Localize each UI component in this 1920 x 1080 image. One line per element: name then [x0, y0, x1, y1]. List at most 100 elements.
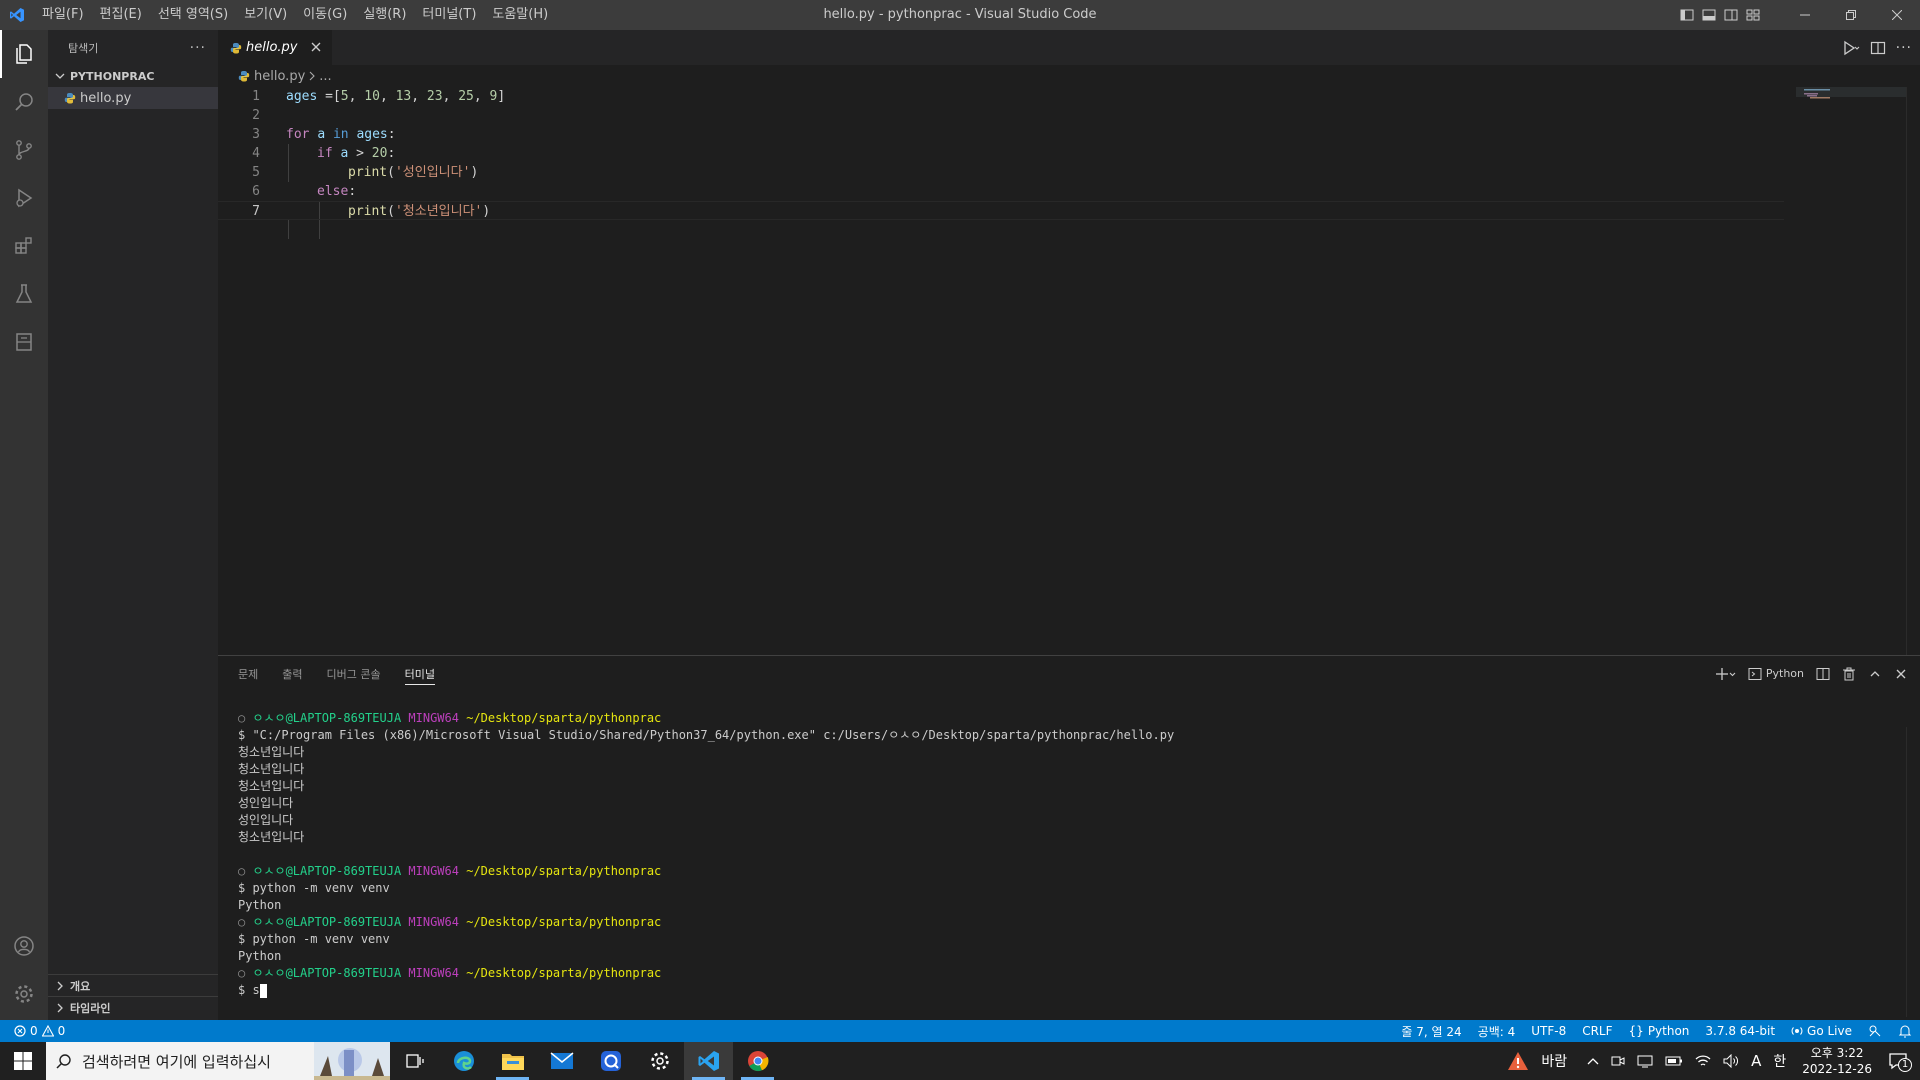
line-number: 5 [252, 165, 260, 180]
run-debug-icon[interactable] [0, 174, 48, 222]
tab-output[interactable]: 출력 [282, 656, 302, 691]
notifications-bell-icon[interactable] [1898, 1024, 1912, 1038]
token: , [473, 89, 490, 104]
search-icon[interactable] [0, 78, 48, 126]
trash-icon[interactable] [1842, 667, 1856, 681]
settings-app-icon[interactable] [635, 1042, 684, 1080]
volume-icon[interactable] [1723, 1054, 1739, 1068]
terminal-profile-selector[interactable]: Python [1748, 667, 1804, 681]
terminal-scrollbar[interactable] [1906, 727, 1920, 1017]
encoding[interactable]: UTF-8 [1531, 1024, 1566, 1038]
go-live-button[interactable]: Go Live [1791, 1024, 1852, 1038]
ime-language-label[interactable]: 한 [1773, 1051, 1786, 1071]
workspace-folder[interactable]: PYTHONPRAC [48, 65, 218, 87]
python-interpreter[interactable]: 3.7.8 64-bit [1705, 1024, 1775, 1038]
mail-icon[interactable] [537, 1042, 586, 1080]
breadcrumb-symbols[interactable]: ... [319, 69, 331, 84]
maximize-panel-icon[interactable] [1868, 667, 1882, 681]
toggle-secondary-sidebar-icon[interactable] [1720, 0, 1742, 30]
token: ages [286, 89, 318, 104]
taskbar-search-box[interactable]: 검색하려면 여기에 입력하십시 [46, 1042, 390, 1080]
more-actions-icon[interactable]: ··· [190, 40, 206, 56]
token: : [387, 146, 396, 161]
indent-guide [288, 220, 289, 239]
accounts-icon[interactable] [0, 922, 48, 970]
weather-icon[interactable] [1507, 1051, 1529, 1071]
meet-now-icon[interactable] [1611, 1054, 1625, 1068]
menu-run[interactable]: 실행(R) [355, 0, 414, 30]
tab-hello-py[interactable]: hello.py [218, 30, 332, 65]
prompt-path: ~/Desktop/sparta/pythonprac [466, 711, 662, 725]
clock-time: 오후 3:22 [1810, 1046, 1864, 1060]
close-tab-icon[interactable] [308, 39, 324, 59]
source-control-icon[interactable] [0, 126, 48, 174]
editor-more-actions-icon[interactable]: ··· [1896, 40, 1912, 56]
menu-help[interactable]: 도움말(H) [484, 0, 556, 30]
feedback-icon[interactable] [1868, 1024, 1882, 1038]
terminal-output-line: 청소년입니다 [238, 745, 305, 759]
explorer-icon[interactable] [0, 30, 48, 78]
menu-file[interactable]: 파일(F) [34, 0, 92, 30]
end-of-line[interactable]: CRLF [1582, 1024, 1612, 1038]
timeline-section[interactable]: 타임라인 [48, 996, 218, 1018]
editor-area: hello.py ··· hello.py ... 1 ages =[5, 10… [218, 30, 1920, 655]
vscode-taskbar-icon[interactable] [684, 1042, 733, 1080]
toggle-sidebar-icon[interactable] [1676, 0, 1698, 30]
prompt-path: ~/Desktop/sparta/pythonprac [466, 915, 662, 929]
close-window-icon[interactable] [1874, 0, 1920, 30]
settings-gear-icon[interactable] [0, 970, 48, 1018]
minimap[interactable] [1796, 87, 1906, 127]
battery-icon[interactable] [1665, 1055, 1683, 1067]
remote-explorer-icon[interactable] [0, 318, 48, 366]
menu-edit[interactable]: 편집(E) [92, 0, 150, 30]
menu-go[interactable]: 이동(G) [295, 0, 355, 30]
editor-scrollbar[interactable] [1906, 87, 1920, 655]
windows-start-icon[interactable] [0, 1042, 46, 1080]
tab-problems[interactable]: 문제 [238, 656, 258, 691]
show-hidden-icons-icon[interactable] [1587, 1056, 1599, 1066]
customize-layout-icon[interactable] [1742, 0, 1764, 30]
display-icon[interactable] [1637, 1054, 1653, 1068]
extensions-icon[interactable] [0, 222, 48, 270]
restore-icon[interactable] [1828, 0, 1874, 30]
file-item-hello-py[interactable]: hello.py [48, 87, 218, 109]
task-view-icon[interactable] [390, 1042, 439, 1080]
tab-terminal[interactable]: 터미널 [404, 656, 436, 691]
outline-section[interactable]: 개요 [48, 974, 218, 996]
terminal-input-line[interactable]: $ s [238, 982, 1900, 999]
prompt-user: ㅇㅅㅇ@LAPTOP-869TEUJA [252, 966, 402, 980]
language-mode[interactable]: {} Python [1629, 1024, 1690, 1038]
menu-terminal[interactable]: 터미널(T) [414, 0, 484, 30]
clock[interactable]: 오후 3:22 2022-12-26 [1802, 1045, 1872, 1077]
cursor-position[interactable]: 줄 7, 열 24 [1401, 1023, 1461, 1040]
close-panel-icon[interactable] [1894, 667, 1908, 681]
ime-mode-label[interactable]: A [1751, 1052, 1761, 1070]
braces-icon: {} [1628, 1024, 1644, 1038]
notifications-icon[interactable]: 1 [1888, 1052, 1912, 1072]
taskbar-search-placeholder: 검색하려면 여기에 입력하십시 [82, 1052, 271, 1071]
breadcrumb-file[interactable]: hello.py [254, 69, 305, 84]
editor-tabs: hello.py ··· [218, 30, 1920, 65]
code-editor[interactable]: 1 ages =[5, 10, 13, 23, 25, 9] 2 3 for a… [218, 87, 1920, 239]
wifi-icon[interactable] [1695, 1054, 1711, 1068]
problems-status[interactable]: 0 0 [0, 1024, 65, 1038]
chrome-icon[interactable] [733, 1042, 782, 1080]
run-python-file-icon[interactable] [1842, 40, 1860, 56]
menu-view[interactable]: 보기(V) [236, 0, 295, 30]
terminal-output-line: 청소년입니다 [238, 830, 305, 844]
edge-browser-icon[interactable] [439, 1042, 488, 1080]
testing-icon[interactable] [0, 270, 48, 318]
indentation[interactable]: 공백: 4 [1478, 1023, 1516, 1040]
tab-debug-console[interactable]: 디버그 콘솔 [327, 656, 381, 691]
file-explorer-icon[interactable] [488, 1042, 537, 1080]
menu-selection[interactable]: 선택 영역(S) [150, 0, 236, 30]
minimize-icon[interactable] [1782, 0, 1828, 30]
terminal-output[interactable]: ○ ㅇㅅㅇ@LAPTOP-869TEUJA MINGW64 ~/Desktop/… [238, 710, 1900, 999]
code-line: 2 [218, 106, 1920, 125]
new-terminal-icon[interactable] [1715, 666, 1736, 682]
split-terminal-icon[interactable] [1816, 667, 1830, 681]
app-circle-icon[interactable] [586, 1042, 635, 1080]
split-editor-icon[interactable] [1870, 40, 1886, 56]
toggle-panel-icon[interactable] [1698, 0, 1720, 30]
weather-label[interactable]: 바람 [1541, 1051, 1567, 1071]
